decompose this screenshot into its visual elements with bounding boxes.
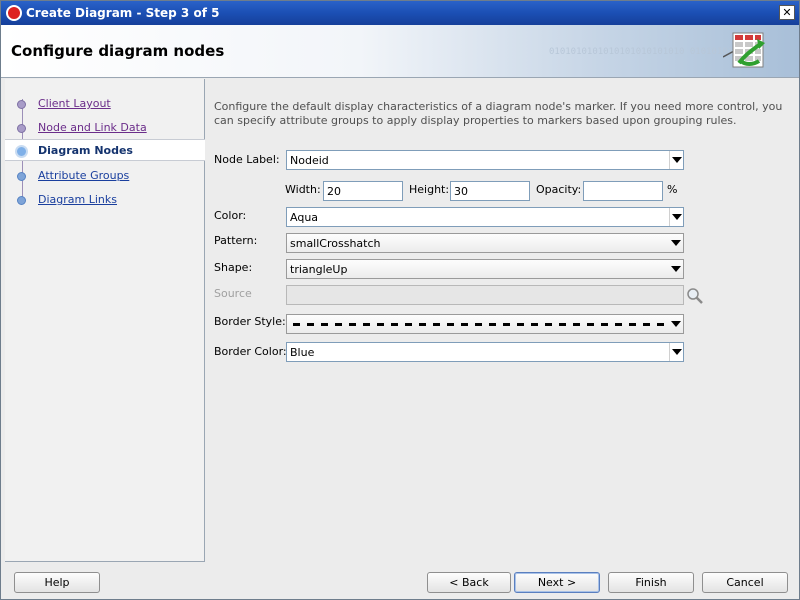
step-dot-icon: [17, 100, 26, 109]
width-label: Width:: [285, 183, 321, 196]
node-label-label: Node Label:: [214, 153, 280, 166]
wizard-header: Configure diagram nodes 0101010101010101…: [1, 25, 799, 78]
source-field: [286, 285, 684, 305]
pattern-select[interactable]: smallCrosshatch: [286, 233, 684, 253]
shape-select[interactable]: triangleUp: [286, 259, 684, 279]
chevron-down-icon[interactable]: [669, 315, 683, 333]
height-label: Height:: [409, 183, 450, 196]
step-description: Configure the default display characteri…: [214, 100, 783, 127]
step-dot-icon: [17, 172, 26, 181]
opacity-label: Opacity:: [536, 183, 582, 196]
color-label: Color:: [214, 209, 247, 222]
cancel-button[interactable]: Cancel: [702, 572, 788, 593]
back-button[interactable]: < Back: [427, 572, 511, 593]
chevron-down-icon[interactable]: [669, 151, 683, 169]
dashed-line-preview: [293, 323, 669, 326]
color-combo[interactable]: Aqua: [286, 207, 684, 227]
height-field[interactable]: 30: [450, 181, 530, 201]
page-title: Configure diagram nodes: [11, 42, 225, 60]
help-button[interactable]: Help: [14, 572, 100, 593]
pattern-value: smallCrosshatch: [290, 237, 381, 250]
binary-decoration: 0101010101010101010101010 01010101010: [549, 47, 750, 57]
app-icon: [6, 5, 22, 21]
border-color-value: Blue: [290, 346, 315, 359]
close-icon[interactable]: ✕: [779, 5, 795, 20]
step-dot-icon: [17, 196, 26, 205]
border-style-select[interactable]: [286, 314, 684, 334]
width-field[interactable]: 20: [323, 181, 403, 201]
search-icon[interactable]: [686, 287, 704, 305]
shape-value: triangleUp: [290, 263, 348, 276]
wizard-content: Configure the default display characteri…: [206, 79, 799, 562]
chevron-down-icon[interactable]: [669, 343, 683, 361]
nav-step-attribute-groups[interactable]: Attribute Groups: [5, 165, 205, 187]
node-label-value: Nodeid: [290, 154, 329, 167]
chevron-down-icon[interactable]: [669, 234, 683, 252]
border-color-label: Border Color:: [214, 345, 287, 358]
chevron-down-icon[interactable]: [669, 208, 683, 226]
current-step-icon: [15, 145, 28, 158]
border-color-combo[interactable]: Blue: [286, 342, 684, 362]
wizard-steps-nav: Client Layout Node and Link Data Diagram…: [5, 79, 205, 562]
nav-step-node-link-data[interactable]: Node and Link Data: [5, 117, 205, 139]
nav-link-client-layout[interactable]: Client Layout: [38, 97, 111, 110]
opacity-unit: %: [667, 183, 678, 196]
opacity-field[interactable]: [583, 181, 663, 201]
shape-label: Shape:: [214, 261, 253, 274]
title-bar[interactable]: Create Diagram - Step 3 of 5 ✕: [1, 1, 799, 25]
nav-link-attribute-groups[interactable]: Attribute Groups: [38, 169, 129, 182]
chevron-down-icon[interactable]: [669, 260, 683, 278]
window-title: Create Diagram - Step 3 of 5: [26, 6, 220, 20]
node-label-combo[interactable]: Nodeid: [286, 150, 684, 170]
nav-step-diagram-nodes[interactable]: Diagram Nodes: [5, 139, 205, 161]
nav-link-diagram-links[interactable]: Diagram Links: [38, 193, 117, 206]
finish-button[interactable]: Finish: [608, 572, 694, 593]
nav-step-client-layout[interactable]: Client Layout: [5, 93, 205, 115]
next-button[interactable]: Next >: [514, 572, 600, 593]
nav-step-diagram-links[interactable]: Diagram Links: [5, 189, 205, 211]
color-value: Aqua: [290, 211, 319, 224]
pattern-label: Pattern:: [214, 234, 258, 247]
diagram-wizard-icon: [723, 32, 765, 68]
nav-label-diagram-nodes: Diagram Nodes: [38, 144, 133, 157]
step-dot-icon: [17, 124, 26, 133]
source-label: Source: [214, 287, 252, 300]
border-style-label: Border Style:: [214, 315, 286, 328]
nav-link-node-link-data[interactable]: Node and Link Data: [38, 121, 147, 134]
create-diagram-dialog: Create Diagram - Step 3 of 5 ✕ Configure…: [0, 0, 800, 600]
